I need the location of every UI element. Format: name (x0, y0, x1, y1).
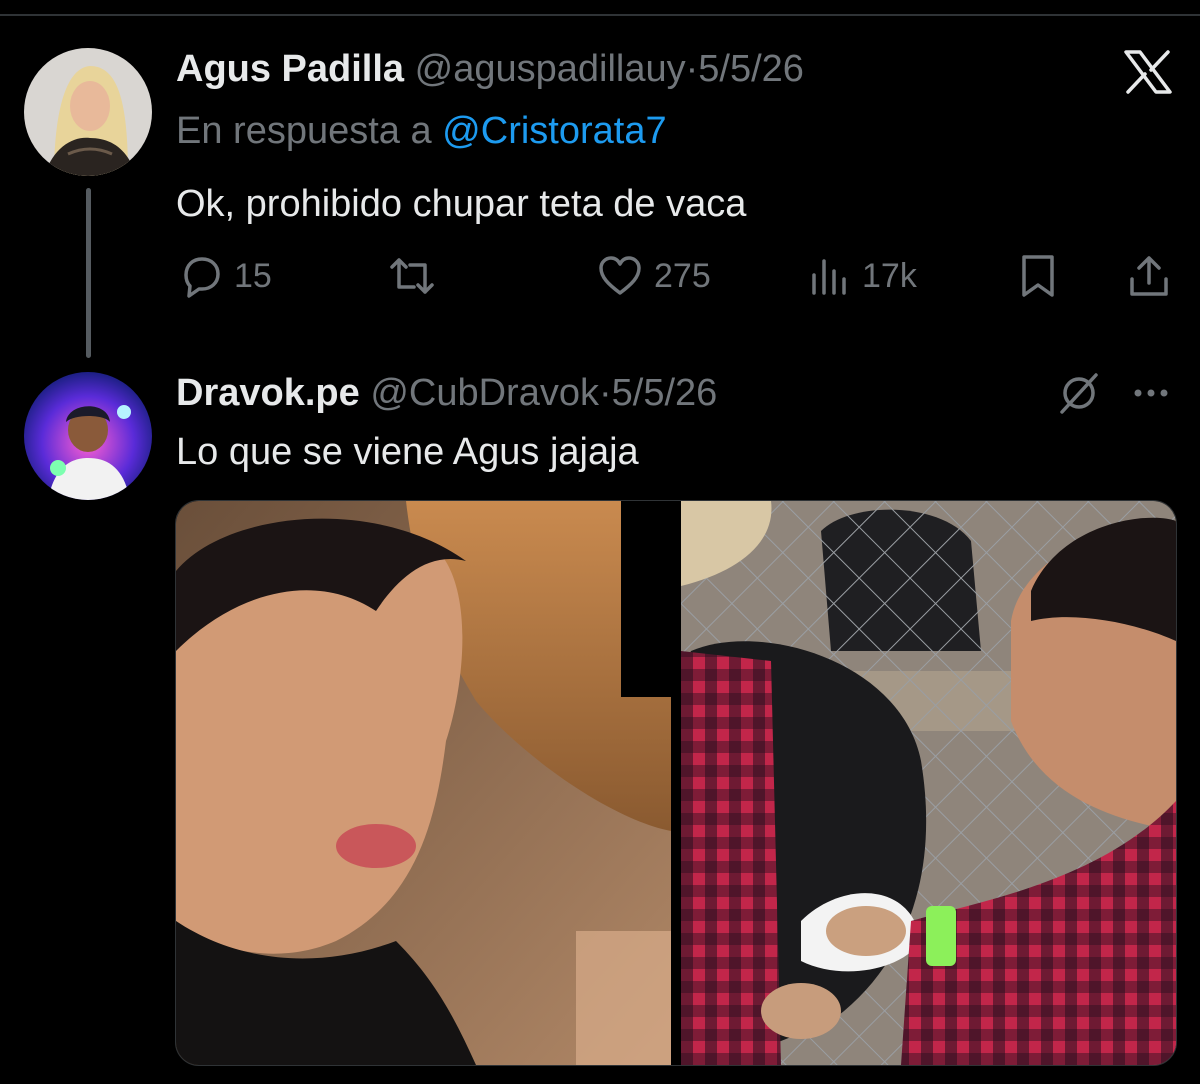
top-divider (0, 14, 1200, 16)
more-icon[interactable] (1130, 372, 1174, 414)
avatar-agus-padilla[interactable] (24, 48, 152, 176)
share-icon (1130, 256, 1168, 296)
tweet1-date[interactable]: 5/5/26 (698, 48, 804, 90)
tweet2-date[interactable]: 5/5/26 (612, 372, 718, 414)
tweet1-reply-context: En respuesta a @Cristorata7 (176, 108, 667, 154)
bookmark-button[interactable] (1016, 250, 1060, 302)
photo-right (681, 501, 1176, 1065)
reply-icon (184, 257, 220, 298)
media-image-right[interactable] (681, 501, 1176, 1065)
photo-left (176, 501, 671, 1065)
tweet1-action-bar: 15 275 17k (0, 250, 1200, 302)
tweet2-media[interactable] (175, 500, 1177, 1066)
reply-count: 15 (234, 256, 272, 295)
tweet2-separator: · (598, 372, 612, 414)
views-icon (812, 259, 846, 295)
like-count: 275 (654, 256, 711, 295)
tweet2-handle[interactable]: @CubDravok (370, 372, 599, 414)
reply-mention-link[interactable]: @Cristorata7 (442, 110, 666, 152)
media-image-left[interactable] (176, 501, 671, 1065)
like-icon (599, 256, 641, 295)
tweet1-header: Agus Padilla @aguspadillauy·5/5/26 (176, 46, 804, 92)
grok-icon[interactable] (1056, 372, 1102, 414)
tweet2-header: Dravok.pe @CubDravok·5/5/26 (176, 370, 717, 416)
tweet2-author-name[interactable]: Dravok.pe (176, 372, 360, 414)
tweet1-author-name[interactable]: Agus Padilla (176, 48, 404, 90)
tweet1-handle[interactable]: @aguspadillauy (415, 48, 686, 90)
reply-button[interactable]: 15 (178, 250, 272, 302)
avatar-dravok[interactable] (24, 372, 152, 500)
x-logo-icon[interactable] (1124, 50, 1172, 94)
bookmark-icon (1022, 255, 1054, 297)
tweet1-separator: · (685, 48, 699, 90)
views-button[interactable]: 17k (806, 250, 917, 302)
views-count: 17k (862, 256, 917, 295)
like-button[interactable]: 275 (596, 250, 711, 302)
avatar-image (24, 48, 152, 176)
share-button[interactable] (1126, 250, 1172, 302)
retweet-button[interactable] (386, 250, 438, 302)
tweet1-text: Ok, prohibido chupar teta de vaca (176, 183, 747, 225)
retweet-icon (390, 258, 434, 294)
reply-prefix: En respuesta a (176, 110, 432, 152)
tweet2-text: Lo que se viene Agus jajaja (176, 431, 639, 473)
avatar-image (24, 372, 152, 500)
